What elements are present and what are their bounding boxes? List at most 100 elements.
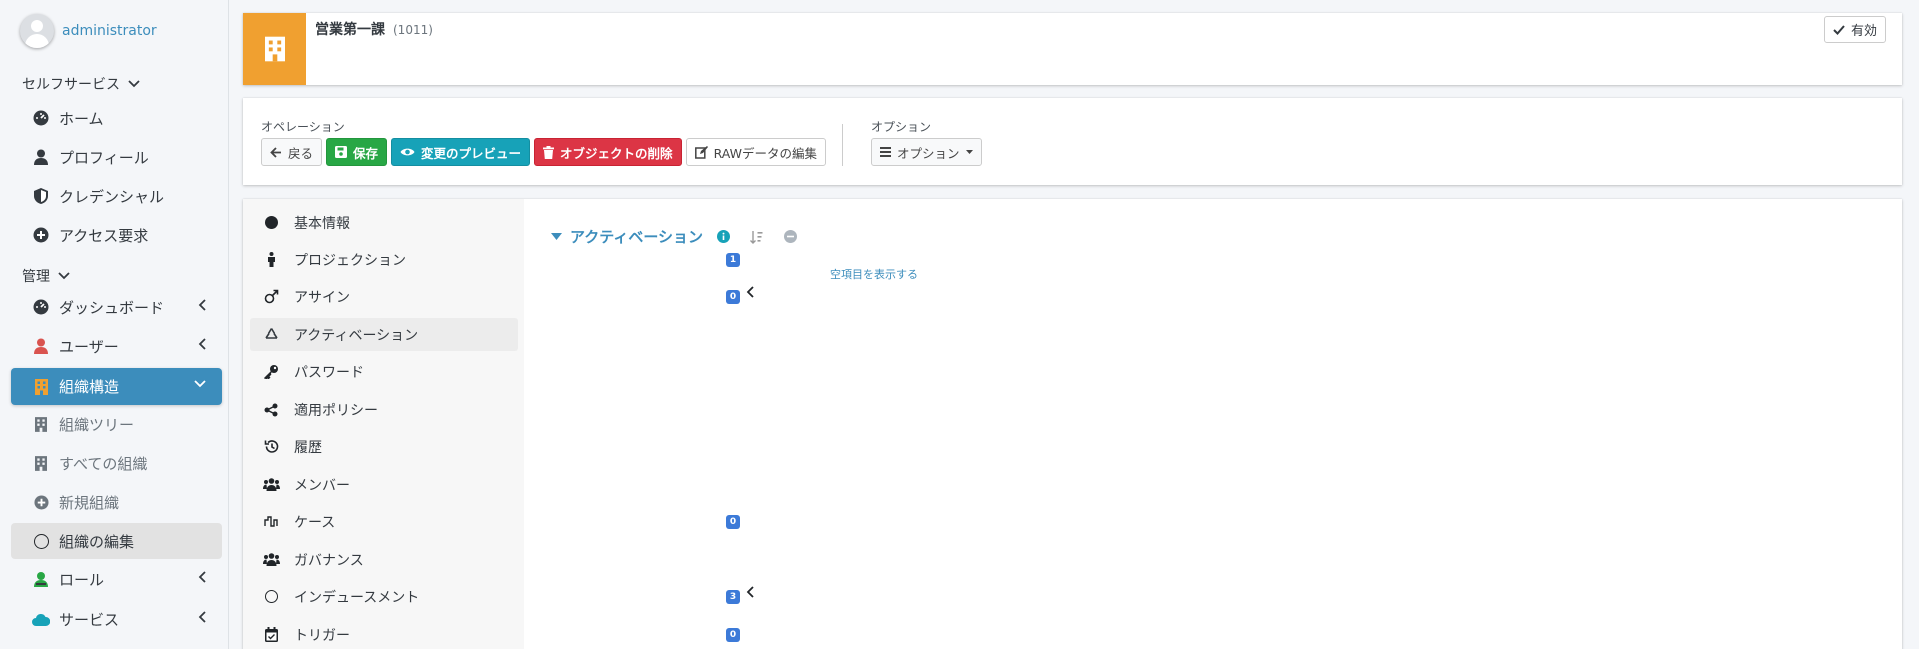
sidebar-item-label: ユーザー bbox=[59, 337, 119, 356]
dashboard-icon bbox=[29, 110, 53, 126]
info-icon[interactable] bbox=[717, 230, 731, 243]
sidebar-item-dashboard[interactable]: ダッシュボード bbox=[11, 289, 222, 325]
mars-icon bbox=[260, 289, 282, 304]
sidebar-item-new-org[interactable]: 新規組織 bbox=[11, 484, 222, 520]
org-oid: (1011) bbox=[393, 23, 433, 37]
tab-label: アサイン bbox=[294, 289, 350, 306]
projection-count-badge: 1 bbox=[726, 253, 740, 267]
user-name[interactable]: administrator bbox=[62, 23, 157, 39]
recycle-icon bbox=[260, 327, 282, 342]
toolbar-divider bbox=[842, 124, 843, 166]
sidebar-item-label: ロール bbox=[59, 570, 105, 589]
tab-projection[interactable]: プロジェクション 1 bbox=[250, 243, 740, 276]
show-empty-fields-link[interactable]: 空項目を表示する bbox=[830, 266, 918, 282]
chevron-left-icon bbox=[198, 609, 206, 627]
tab-activation[interactable]: アクティベーション bbox=[250, 318, 518, 351]
delete-object-button-label: オブジェクトの削除 bbox=[560, 145, 673, 161]
sidebar-item-label: 組織構造 bbox=[59, 378, 120, 396]
sidebar-item-edit-org[interactable]: 組織の編集 bbox=[11, 523, 222, 559]
user-panel[interactable]: administrator bbox=[20, 14, 157, 48]
users-icon bbox=[260, 553, 282, 566]
sidebar-item-services[interactable]: サービス bbox=[11, 601, 222, 637]
back-button[interactable]: 戻る bbox=[261, 138, 323, 166]
chevron-left-icon bbox=[198, 336, 206, 354]
chevron-left-icon[interactable] bbox=[746, 586, 754, 602]
building-icon bbox=[29, 455, 53, 471]
key-icon bbox=[260, 364, 282, 379]
caret-down-icon[interactable] bbox=[551, 233, 562, 240]
edit-raw-button[interactable]: RAWデータの編集 bbox=[685, 138, 826, 166]
save-button-label: 保存 bbox=[353, 145, 379, 161]
inducements-count-badge: 3 bbox=[726, 590, 740, 604]
tab-password[interactable]: パスワード bbox=[250, 355, 518, 388]
delete-object-button[interactable]: オブジェクトの削除 bbox=[534, 138, 682, 166]
tab-members[interactable]: メンバー bbox=[250, 468, 518, 501]
sidebar-item-credentials[interactable]: クレデンシャル bbox=[11, 178, 222, 214]
check-icon bbox=[1833, 24, 1845, 35]
tab-triggers[interactable]: トリガー 0 bbox=[250, 618, 740, 649]
operations-label: オペレーション bbox=[261, 120, 345, 134]
sidebar-item-label: サービス bbox=[59, 610, 120, 629]
male-icon bbox=[260, 252, 282, 267]
tab-label: 適用ポリシー bbox=[294, 402, 378, 419]
building-icon bbox=[29, 416, 53, 432]
plus-circle-icon bbox=[29, 227, 53, 243]
sidebar-item-roles[interactable]: ロール bbox=[11, 561, 222, 597]
tab-label: ガバナンス bbox=[294, 552, 364, 569]
sort-icon[interactable] bbox=[750, 230, 764, 244]
building-icon bbox=[29, 378, 53, 395]
status-badge[interactable]: 有効 bbox=[1824, 16, 1887, 43]
sidebar-item-label: ホーム bbox=[59, 109, 104, 128]
sidebar-item-label: 新規組織 bbox=[59, 493, 120, 512]
sidebar-item-label: ダッシュボード bbox=[59, 298, 165, 317]
page-title: 営業第一課 bbox=[315, 22, 385, 38]
sidebar-item-users[interactable]: ユーザー bbox=[11, 328, 222, 364]
user-icon bbox=[29, 149, 53, 165]
sidebar-item-all-orgs[interactable]: すべての組織 bbox=[11, 445, 222, 481]
dashboard-icon bbox=[29, 299, 53, 315]
tab-assignments[interactable]: アサイン 0 bbox=[250, 280, 754, 313]
circle-icon bbox=[260, 590, 282, 603]
avatar[interactable] bbox=[20, 14, 54, 48]
sidebar-item-org-tree[interactable]: 組織ツリー bbox=[11, 406, 222, 442]
sidebar-item-label: クレデンシャル bbox=[59, 187, 165, 206]
tab-basic[interactable]: 基本情報 bbox=[250, 206, 518, 239]
cloud-icon bbox=[29, 613, 53, 626]
status-label: 有効 bbox=[1851, 24, 1878, 39]
tab-label: トリガー bbox=[294, 627, 350, 644]
sidebar-item-org-structure[interactable]: 組織構造 bbox=[11, 368, 222, 405]
wave-icon bbox=[260, 514, 282, 529]
assignments-count-badge: 0 bbox=[726, 290, 740, 304]
tab-cases[interactable]: ケース 0 bbox=[250, 505, 740, 538]
sidebar-item-access-request[interactable]: アクセス要求 bbox=[11, 217, 222, 253]
tab-label: メンバー bbox=[294, 477, 350, 494]
plus-circle-icon bbox=[29, 494, 53, 510]
save-button[interactable]: 保存 bbox=[326, 138, 388, 166]
tab-applicable-policies[interactable]: 適用ポリシー bbox=[250, 393, 518, 426]
share-icon bbox=[260, 403, 282, 417]
options-dropdown-button[interactable]: オプション bbox=[871, 138, 982, 166]
tab-inducements[interactable]: インデュースメント 3 bbox=[250, 580, 754, 613]
admin-header[interactable]: 管理 bbox=[22, 266, 70, 286]
tab-label: 履歴 bbox=[294, 439, 322, 456]
preview-button[interactable]: 変更のプレビュー bbox=[391, 138, 531, 166]
sidebar-item-label: 組織の編集 bbox=[59, 532, 135, 551]
arrow-left-icon bbox=[270, 146, 281, 158]
minus-circle-icon[interactable] bbox=[784, 230, 798, 243]
activation-section-header[interactable]: アクティベーション bbox=[551, 226, 798, 247]
tab-label: インデュースメント bbox=[294, 589, 420, 606]
tab-governance[interactable]: ガバナンス bbox=[250, 543, 518, 576]
eye-icon bbox=[400, 148, 415, 156]
edit-icon bbox=[694, 145, 708, 159]
chevron-left-icon[interactable] bbox=[746, 286, 754, 302]
tab-history[interactable]: 履歴 bbox=[250, 430, 518, 463]
org-header-title: 営業第一課 (1011) bbox=[315, 19, 433, 39]
tab-label: ケース bbox=[294, 514, 336, 531]
sidebar-item-home[interactable]: ホーム bbox=[11, 100, 222, 136]
self-service-header[interactable]: セルフサービス bbox=[22, 74, 140, 94]
options-label: オプション bbox=[871, 120, 932, 134]
tab-label: プロジェクション bbox=[294, 252, 406, 269]
tab-label: アクティベーション bbox=[294, 327, 419, 344]
sidebar-item-profile[interactable]: プロフィール bbox=[11, 139, 222, 175]
org-header-icon bbox=[243, 13, 306, 85]
